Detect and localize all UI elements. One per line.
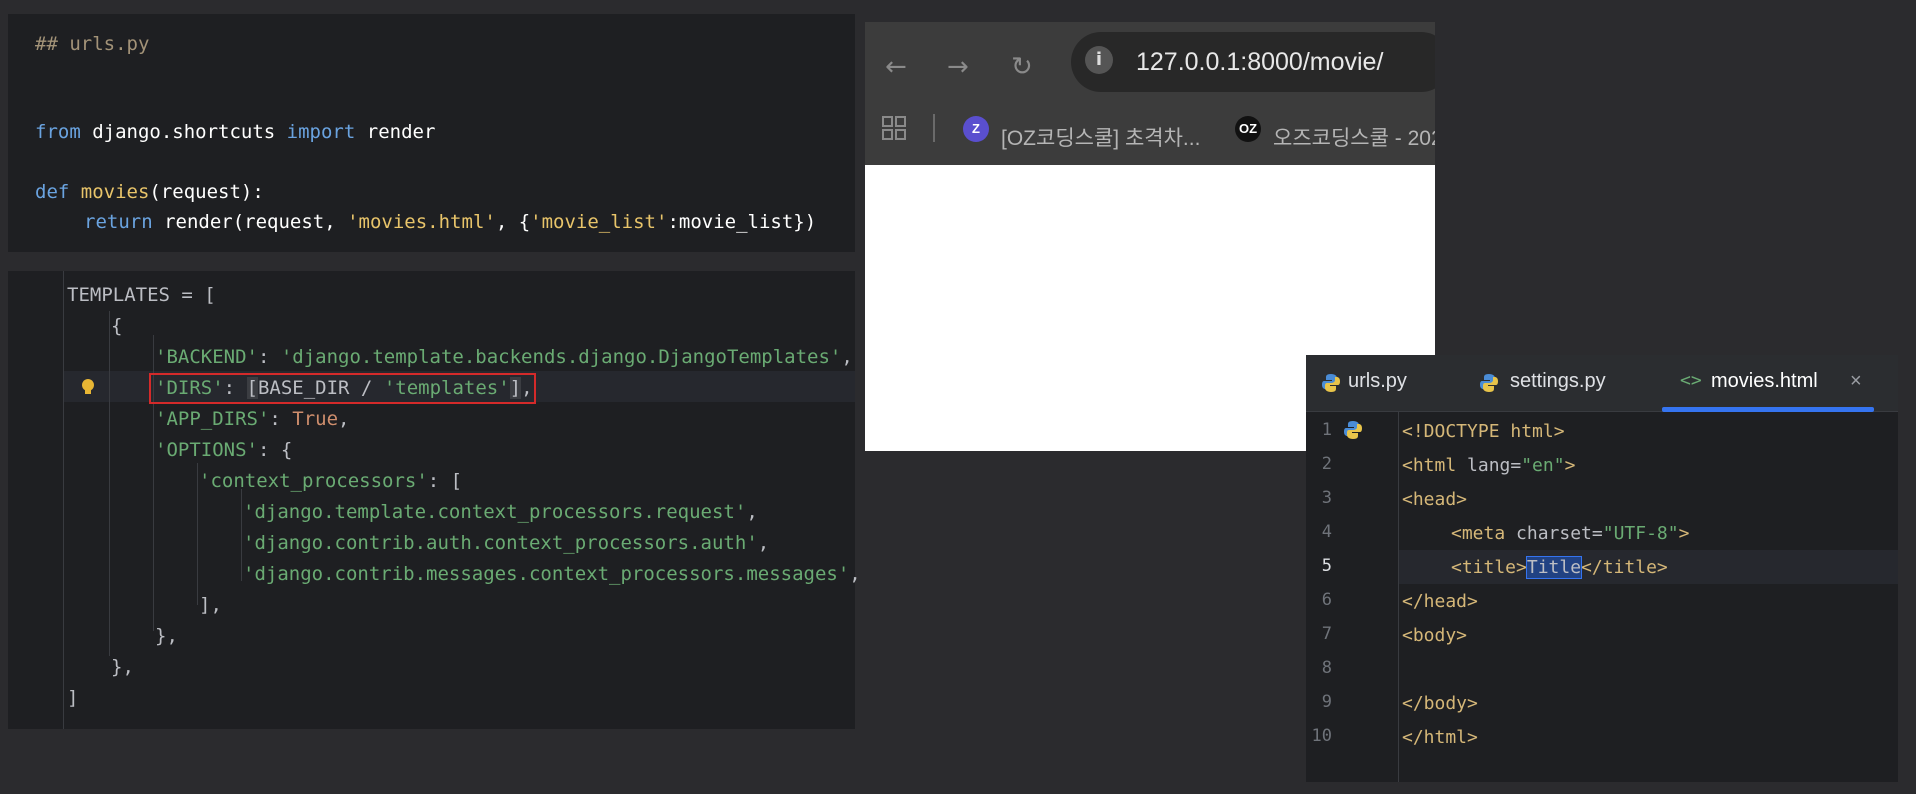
html-line-7: <body> [1402,625,1468,646]
editor-settings-panel: TEMPLATES = [ { 'BACKEND': 'django.templ… [8,271,861,729]
code-return-line: return render(request, 'movies.html', {'… [84,211,817,233]
site-info-icon[interactable]: i [1085,46,1113,74]
code-line-cp2: 'django.contrib.auth.context_processors.… [243,532,770,554]
html-line-4: <meta charset="UTF-8"> [1451,523,1690,544]
code-line-backend: 'BACKEND': 'django.template.backends.dja… [155,346,853,368]
html-line-1: <!DOCTYPE html> [1402,421,1565,442]
code-line-12: }, [155,625,178,647]
html-line-5: <title>Title</title> [1451,556,1668,579]
forward-arrow-icon[interactable]: → [947,52,969,82]
python-icon [1320,372,1342,394]
bookmark-2-icon: OZ [1235,116,1261,142]
gutter-separator [63,271,64,729]
lightbulb-icon[interactable] [78,377,98,397]
html-line-3: <head> [1402,489,1468,510]
address-url[interactable]: 127.0.0.1:8000/movie/ [1136,48,1383,77]
indent-guide [197,463,198,605]
html-line-10: </html> [1402,727,1478,748]
editor-urls-panel: ## urls.py from django.shortcuts import … [8,14,855,252]
selected-title-text[interactable]: Title [1525,556,1583,579]
bookmark-1[interactable]: [OZ코딩스쿨] 초격차... [1001,122,1200,152]
bookmark-divider [933,114,935,142]
tab-movies-html[interactable]: movies.html [1711,370,1818,393]
code-line-options: 'OPTIONS': { [155,439,293,461]
code-line-appdirs: 'APP_DIRS': True, [155,408,350,430]
code-line-11: ], [199,594,222,616]
back-arrow-icon[interactable]: ← [885,52,907,82]
line-number: 3 [1321,488,1332,508]
line-number: 2 [1321,454,1332,474]
indent-guide [241,489,242,581]
line-number: 9 [1321,692,1332,712]
code-line-cp1: 'django.template.context_processors.requ… [243,501,758,523]
code-line-cp: 'context_processors': [ [199,470,463,492]
line-number: 1 [1321,420,1332,440]
python-run-icon[interactable] [1342,419,1364,441]
code-line-1: TEMPLATES = [ [67,284,216,306]
code-line-cp3: 'django.contrib.messages.context_process… [243,563,861,585]
tab-urls[interactable]: urls.py [1348,370,1407,393]
line-number: 4 [1321,522,1332,542]
code-line-dirs: 'DIRS': [BASE_DIR / 'templates'], [155,377,533,399]
code-line-13: }, [111,656,134,678]
bookmark-1-icon: Z [963,116,989,142]
tab-settings[interactable]: settings.py [1510,370,1606,393]
indent-guide [109,311,110,656]
reload-icon[interactable]: ↻ [1011,52,1033,82]
code-def-line: def movies(request): [35,181,264,203]
line-number: 10 [1311,726,1332,746]
html-line-6: </head> [1402,591,1478,612]
apps-grid-icon[interactable] [881,115,907,141]
python-icon [1478,372,1500,394]
line-number: 6 [1321,590,1332,610]
close-tab-icon[interactable]: × [1850,370,1862,393]
bookmark-2[interactable]: 오즈코딩스쿨 - 202 [1273,122,1435,152]
html-line-2: <html lang="en"> [1402,455,1576,476]
line-number: 5 [1321,556,1332,576]
editor-tab-bar: urls.py settings.py <> movies.html × [1306,355,1898,412]
code-line-14: ] [67,687,79,709]
html-file-icon: <> [1680,370,1702,391]
code-comment: ## urls.py [35,33,150,55]
html-line-9: </body> [1402,693,1478,714]
code-import-line: from django.shortcuts import render [35,121,436,143]
line-number: 8 [1321,658,1332,678]
active-tab-underline [1662,407,1874,412]
editor-html-panel: urls.py settings.py <> movies.html × 1 2… [1306,355,1898,782]
line-number: 7 [1321,624,1332,644]
code-line-2: { [111,315,123,337]
